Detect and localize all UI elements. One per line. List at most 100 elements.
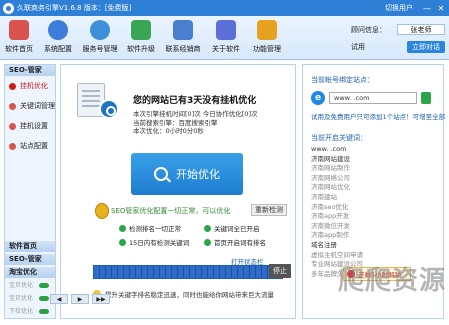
check-label: 关键词全已开启 bbox=[214, 225, 260, 233]
keyword-item[interactable]: 济南app开发 bbox=[311, 212, 439, 222]
check-item: 检测排名一切正常 bbox=[119, 223, 204, 233]
status-line: 本次引擎挂机时间[0]次 今日协作优化[0]次 bbox=[133, 110, 258, 118]
sidebar-sub-item[interactable]: 宝贝优化 bbox=[5, 293, 55, 304]
sidebar-item-label: 挂机设置 bbox=[20, 122, 48, 130]
check-item: 关键词全已开启 bbox=[204, 223, 289, 233]
check-label: 15日内有检测关键词 bbox=[129, 239, 190, 247]
toggle-switch[interactable] bbox=[39, 283, 50, 288]
keyword-list: www. .com 济南网站建设 济南网站制作 济南网络公司 济南网站优化 济南… bbox=[311, 145, 439, 279]
tools-icon bbox=[257, 20, 277, 40]
sidebar-sub-label: 宝贝优化 bbox=[9, 282, 34, 289]
trial-label: 试用 bbox=[351, 43, 365, 51]
bound-site-row: e www. .com bbox=[311, 91, 431, 105]
toolbar-item-upgrade[interactable]: 软件升级 bbox=[122, 16, 160, 60]
info-icon bbox=[216, 20, 236, 40]
status-line: 本次优化：0小时0分0秒 bbox=[133, 127, 204, 135]
bullet-icon bbox=[9, 142, 16, 150]
keyword-item[interactable]: 济南网站制作 bbox=[311, 164, 439, 174]
sidebar-item-hang-settings[interactable]: 挂机设置 bbox=[5, 116, 55, 136]
title-bar-controls: 切换用户 — ✕ bbox=[385, 0, 449, 16]
trial-limit-link[interactable]: 试用及免费用户只可添加1个站点！可增至全部 bbox=[311, 111, 445, 121]
keyword-item[interactable]: 济南建站 bbox=[311, 193, 439, 203]
warning-icon bbox=[347, 270, 355, 278]
app-logo-icon bbox=[3, 2, 14, 14]
gear-icon bbox=[48, 20, 68, 40]
main-toolbar: 软件首页 系统配置 服务号管理 软件升级 联系经销商 关于软件 功能管理 顾问信… bbox=[0, 16, 449, 60]
home-icon bbox=[9, 20, 29, 40]
toolbar-label: 软件首页 bbox=[5, 45, 33, 53]
sidebar-nav-home[interactable]: 软件首页 bbox=[5, 241, 55, 252]
toggle-switch[interactable] bbox=[39, 296, 50, 301]
sidebar-item-site-config[interactable]: 站点配置 bbox=[5, 136, 55, 156]
chat-now-button[interactable]: 立即对话 bbox=[407, 41, 445, 53]
next-page-button[interactable]: ▶ bbox=[71, 294, 89, 304]
switch-user-link[interactable]: 切换用户 bbox=[385, 3, 413, 13]
sidebar-sub-item[interactable]: 下拉优化 bbox=[5, 306, 55, 317]
bullet-icon bbox=[9, 102, 16, 110]
sidebar-sub-label: 宝贝优化 bbox=[9, 295, 34, 302]
upgrade-icon bbox=[131, 20, 151, 40]
status-line: 当前搜索引擎：百度搜索引擎 bbox=[133, 118, 218, 127]
check-item: 首页开启词有排名 bbox=[204, 237, 289, 247]
toggle-switch[interactable] bbox=[39, 309, 50, 314]
toolbar-label: 系统配置 bbox=[44, 45, 72, 53]
search-icon bbox=[154, 167, 168, 181]
sidebar-item-keywords[interactable]: 关键词管理 bbox=[5, 96, 55, 116]
toolbar-item-system-config[interactable]: 系统配置 bbox=[38, 16, 78, 60]
toolbar-label: 联系经销商 bbox=[165, 45, 201, 53]
keyword-item[interactable]: 济南app制作 bbox=[311, 231, 439, 241]
sidebar-sub-item[interactable]: 宝贝优化 bbox=[5, 280, 55, 291]
go-icon[interactable] bbox=[421, 92, 431, 104]
check-results: 检测排名一切正常 关键词全已开启 15日内有检测关键词 首页开启词有排名 bbox=[119, 223, 289, 247]
unlock-countdown-text: 还剩5小时解锁 bbox=[358, 271, 402, 279]
sidebar-item-label: 挂机优化 bbox=[20, 82, 48, 90]
sidebar-section-title: SEO-管家 bbox=[5, 65, 55, 76]
keyword-item[interactable]: 济南seo优化 bbox=[311, 203, 439, 213]
account-panel: 顾问信息： 张老师 试用 立即对话 bbox=[351, 24, 445, 53]
keyword-item[interactable]: 域名注册 bbox=[311, 241, 439, 251]
stop-button[interactable]: 停止 bbox=[269, 264, 291, 278]
toolbar-item-contact-dealer[interactable]: 联系经销商 bbox=[160, 16, 206, 60]
sidebar-sub-label: 下拉优化 bbox=[9, 308, 34, 315]
sidebar-item-label: 关键词管理 bbox=[20, 102, 55, 110]
site-url-field[interactable]: www. .com bbox=[329, 92, 417, 104]
keyword-item[interactable]: 济南网站建设 bbox=[311, 155, 439, 165]
main-panel: 您的网站已有3天没有挂机优化 本次引擎挂机时间[0]次 今日协作优化[0]次 当… bbox=[60, 64, 296, 319]
browser-icon: e bbox=[311, 91, 325, 105]
recheck-button[interactable]: 重新检测 bbox=[251, 204, 287, 216]
sidebar-nav-seo[interactable]: SEO-管家 bbox=[5, 254, 55, 265]
users-icon bbox=[90, 20, 110, 40]
progress-grid bbox=[93, 265, 283, 279]
sidebar-nav-taobao[interactable]: 淘宝优化 bbox=[5, 267, 55, 278]
sidebar-item-hang-optimize[interactable]: 挂机优化 bbox=[5, 76, 55, 96]
start-optimize-button[interactable]: 开始优化 bbox=[131, 153, 243, 195]
minimize-icon[interactable]: — bbox=[421, 2, 433, 14]
status-details: 本次引擎挂机时间[0]次 今日协作优化[0]次 当前搜索引擎：百度搜索引擎 本次… bbox=[133, 110, 257, 136]
right-panel: 当前帐号绑定站点： e www. .com 试用及免费用户只可添加1个站点！可增… bbox=[302, 64, 445, 319]
start-optimize-label: 开始优化 bbox=[176, 168, 220, 181]
left-sidebar: SEO-管家 挂机优化 关键词管理 挂机设置 站点配置 软件首页 SEO-管家 … bbox=[4, 64, 56, 319]
toolbar-label: 功能管理 bbox=[253, 45, 281, 53]
title-bar: 久联商务引擎V1.6.8 版本：[免费版] 切换用户 — ✕ bbox=[0, 0, 449, 16]
check-item: 15日内有检测关键词 bbox=[119, 237, 204, 247]
check-icon bbox=[119, 238, 126, 246]
keyword-item[interactable]: 济南微信开发 bbox=[311, 222, 439, 232]
medal-icon bbox=[95, 203, 109, 219]
check-label: 检测排名一切正常 bbox=[129, 225, 181, 233]
keyword-item[interactable]: www. .com bbox=[311, 145, 439, 155]
check-label: 首页开启词有排名 bbox=[214, 239, 266, 247]
toolbar-item-feature-manage[interactable]: 功能管理 bbox=[246, 16, 288, 60]
toolbar-item-home[interactable]: 软件首页 bbox=[0, 16, 38, 60]
consultant-name: 张老师 bbox=[397, 24, 445, 35]
close-icon[interactable]: ✕ bbox=[435, 2, 447, 14]
keyword-item[interactable]: 济南网站优化 bbox=[311, 183, 439, 193]
keyword-item[interactable]: 济南网络公司 bbox=[311, 174, 439, 184]
status-title: 您的网站已有3天没有挂机优化 bbox=[133, 96, 257, 106]
prev-page-button[interactable]: ◀ bbox=[50, 294, 68, 304]
toolbar-item-service-accounts[interactable]: 服务号管理 bbox=[78, 16, 122, 60]
toolbar-item-about[interactable]: 关于软件 bbox=[206, 16, 246, 60]
toolbar-label: 关于软件 bbox=[212, 45, 240, 53]
keyword-item[interactable]: 虚拟主机空间申请 bbox=[311, 251, 439, 261]
last-page-button[interactable]: ▶▶ bbox=[92, 294, 110, 304]
toolbar-label: 服务号管理 bbox=[82, 45, 118, 53]
